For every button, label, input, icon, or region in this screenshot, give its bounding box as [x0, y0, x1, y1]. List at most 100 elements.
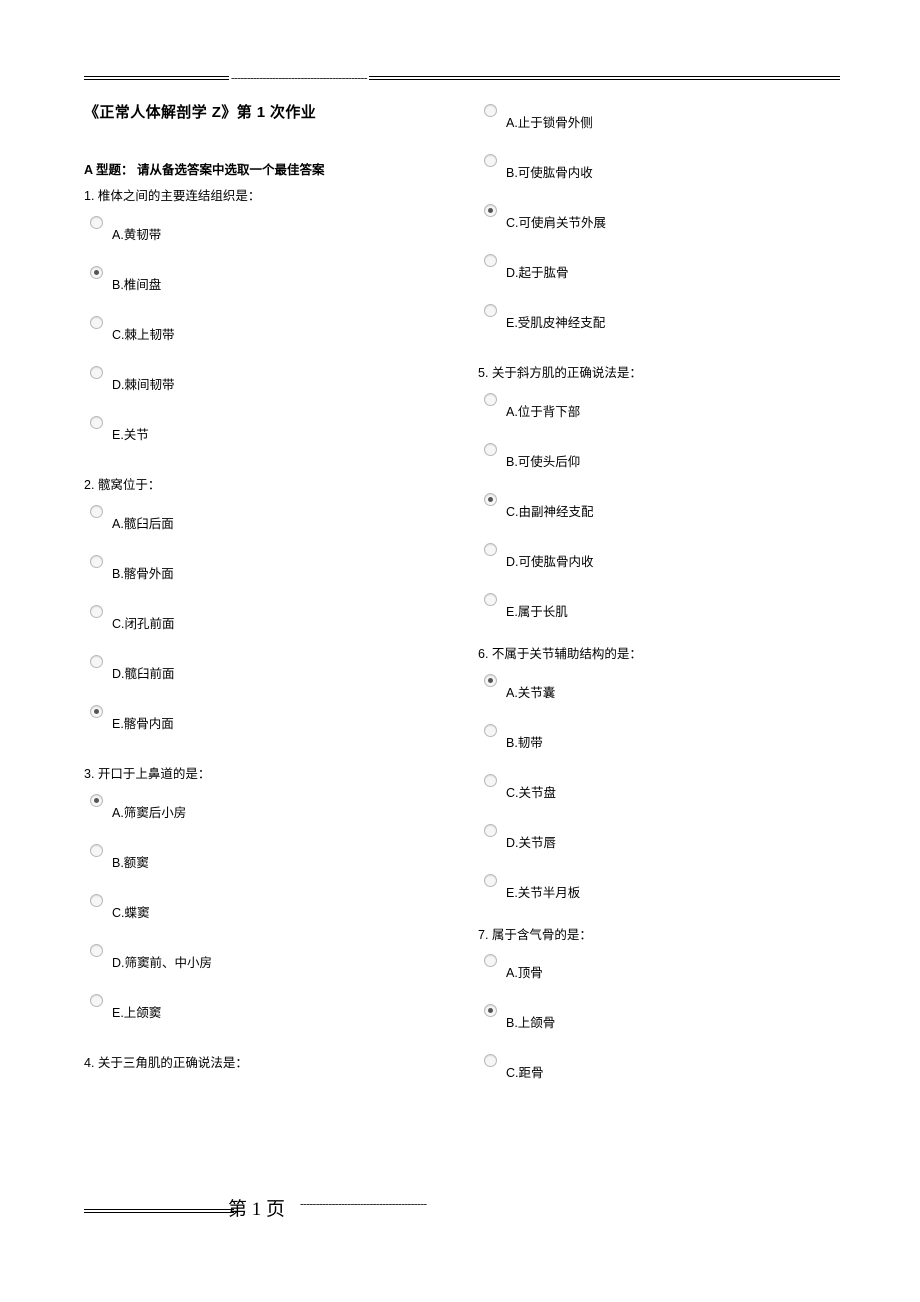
- question-1-option-a[interactable]: A.黄韧带: [84, 208, 434, 258]
- question-5-option-c[interactable]: C.由副神经支配: [478, 485, 838, 535]
- option-label: D.髋臼前面: [112, 666, 175, 681]
- radio-icon[interactable]: [484, 592, 497, 606]
- question-6-option-e[interactable]: E.关节半月板: [478, 866, 838, 916]
- question-1-option-d[interactable]: D.棘间韧带: [84, 358, 434, 408]
- question-2-option-a[interactable]: A.髋臼后面: [84, 497, 434, 547]
- radio-icon[interactable]: [90, 266, 103, 279]
- radio-icon[interactable]: [90, 604, 103, 618]
- footer-dashes: ----------------------------------------: [300, 1198, 427, 1210]
- option-label: C.可使肩关节外展: [506, 216, 607, 230]
- radio-icon[interactable]: [484, 492, 497, 506]
- option-label: A.髋臼后面: [112, 516, 174, 531]
- radio-icon[interactable]: [484, 1054, 497, 1068]
- option-label: C.棘上韧带: [112, 328, 175, 342]
- radio-icon[interactable]: [484, 823, 497, 837]
- question-6-option-d[interactable]: D.关节唇: [478, 816, 838, 866]
- radio-icon[interactable]: [484, 542, 497, 556]
- radio-icon[interactable]: [90, 843, 103, 857]
- question-2: 2. 髋窝位于： A.髋臼后面 B.髂骨外面 C.闭孔前面 D.髋臼前面 E.髂…: [84, 476, 434, 747]
- radio-icon[interactable]: [484, 154, 497, 167]
- radio-icon[interactable]: [484, 442, 497, 456]
- question-3-option-c[interactable]: C.蝶窦: [84, 886, 434, 936]
- question-2-option-e[interactable]: E.髂骨内面: [84, 697, 434, 747]
- question-5-option-b[interactable]: B.可使头后仰: [478, 435, 838, 485]
- question-7-option-c[interactable]: C.距骨: [478, 1046, 838, 1096]
- radio-icon[interactable]: [90, 554, 103, 568]
- question-5-option-a[interactable]: A.位于背下部: [478, 385, 838, 435]
- radio-icon[interactable]: [484, 1004, 497, 1018]
- radio-icon[interactable]: [484, 673, 497, 687]
- radio-icon[interactable]: [90, 416, 103, 429]
- option-label: A.止于锁骨外侧: [506, 116, 593, 130]
- question-3-option-a[interactable]: A.筛窦后小房: [84, 786, 434, 836]
- question-5-text: 5. 关于斜方肌的正确说法是：: [478, 366, 642, 380]
- question-5-option-d[interactable]: D.可使肱骨内收: [478, 535, 838, 585]
- option-label: A.关节囊: [506, 685, 556, 700]
- question-4-option-e[interactable]: E.受肌皮神经支配: [478, 296, 838, 346]
- radio-icon[interactable]: [484, 104, 497, 117]
- question-7-option-b[interactable]: B.上颌骨: [478, 996, 838, 1046]
- radio-icon[interactable]: [90, 504, 103, 518]
- radio-icon[interactable]: [484, 954, 497, 968]
- question-2-option-d[interactable]: D.髋臼前面: [84, 647, 434, 697]
- document-page: ----------------------------------------…: [0, 0, 920, 1302]
- question-4-options: A.止于锁骨外侧 B.可使肱骨内收 C.可使肩关节外展 D.起于肱骨 E.受肌皮…: [478, 96, 838, 346]
- option-label: A.顶骨: [506, 966, 543, 981]
- question-6-option-b[interactable]: B.韧带: [478, 716, 838, 766]
- radio-icon[interactable]: [484, 873, 497, 887]
- question-7: 7. 属于含气骨的是： A.顶骨 B.上颌骨 C.距骨: [478, 926, 838, 1097]
- question-6-option-c[interactable]: C.关节盘: [478, 766, 838, 816]
- option-label: B.椎间盘: [112, 278, 162, 292]
- option-label: C.闭孔前面: [112, 616, 175, 631]
- radio-icon[interactable]: [90, 216, 103, 229]
- option-label: B.可使肱骨内收: [506, 166, 593, 180]
- option-label: C.蝶窦: [112, 905, 150, 920]
- radio-icon[interactable]: [484, 723, 497, 737]
- top-divider: ----------------------------------------…: [84, 72, 840, 84]
- footer-rule: [84, 1209, 234, 1213]
- option-label: E.髂骨内面: [112, 716, 174, 731]
- question-1-option-b[interactable]: B.椎间盘: [84, 258, 434, 308]
- option-label: C.距骨: [506, 1066, 544, 1081]
- radio-icon[interactable]: [90, 654, 103, 668]
- question-4-option-a[interactable]: A.止于锁骨外侧: [478, 96, 838, 146]
- radio-icon[interactable]: [484, 392, 497, 406]
- question-3-option-e[interactable]: E.上颌窦: [84, 986, 434, 1036]
- option-label: B.额窦: [112, 855, 149, 870]
- question-3: 3. 开口于上鼻道的是： A.筛窦后小房 B.额窦 C.蝶窦 D.筛窦前、中小房…: [84, 765, 434, 1036]
- radio-icon[interactable]: [90, 366, 103, 379]
- radio-icon[interactable]: [484, 304, 497, 317]
- question-4-option-c[interactable]: C.可使肩关节外展: [478, 196, 838, 246]
- radio-icon[interactable]: [484, 204, 497, 217]
- option-label: A.筛窦后小房: [112, 805, 187, 820]
- question-3-option-b[interactable]: B.额窦: [84, 836, 434, 886]
- left-column: A 型题： 请从备选答案中选取一个最佳答案 1. 椎体之间的主要连结组织是： A…: [84, 160, 434, 1074]
- radio-icon[interactable]: [90, 943, 103, 957]
- page-title: 《正常人体解剖学 Z》第 1 次作业: [84, 104, 317, 121]
- question-2-option-b[interactable]: B.髂骨外面: [84, 547, 434, 597]
- question-6-option-a[interactable]: A.关节囊: [478, 666, 838, 716]
- option-label: E.上颌窦: [112, 1005, 162, 1020]
- question-1-option-e[interactable]: E.关节: [84, 408, 434, 458]
- question-2-option-c[interactable]: C.闭孔前面: [84, 597, 434, 647]
- radio-icon[interactable]: [484, 773, 497, 787]
- question-7-option-a[interactable]: A.顶骨: [478, 946, 838, 996]
- question-5-option-e[interactable]: E.属于长肌: [478, 585, 838, 635]
- option-label: B.上颌骨: [506, 1016, 556, 1031]
- question-4-option-b[interactable]: B.可使肱骨内收: [478, 146, 838, 196]
- radio-icon[interactable]: [90, 793, 103, 807]
- radio-icon[interactable]: [90, 316, 103, 329]
- radio-icon[interactable]: [90, 704, 103, 718]
- radio-icon[interactable]: [90, 993, 103, 1007]
- question-3-option-d[interactable]: D.筛窦前、中小房: [84, 936, 434, 986]
- question-1-option-c[interactable]: C.棘上韧带: [84, 308, 434, 358]
- option-label: A.位于背下部: [506, 404, 581, 419]
- radio-icon[interactable]: [484, 254, 497, 267]
- question-4-text: 4. 关于三角肌的正确说法是：: [84, 1055, 248, 1070]
- question-4-option-d[interactable]: D.起于肱骨: [478, 246, 838, 296]
- radio-icon[interactable]: [90, 893, 103, 907]
